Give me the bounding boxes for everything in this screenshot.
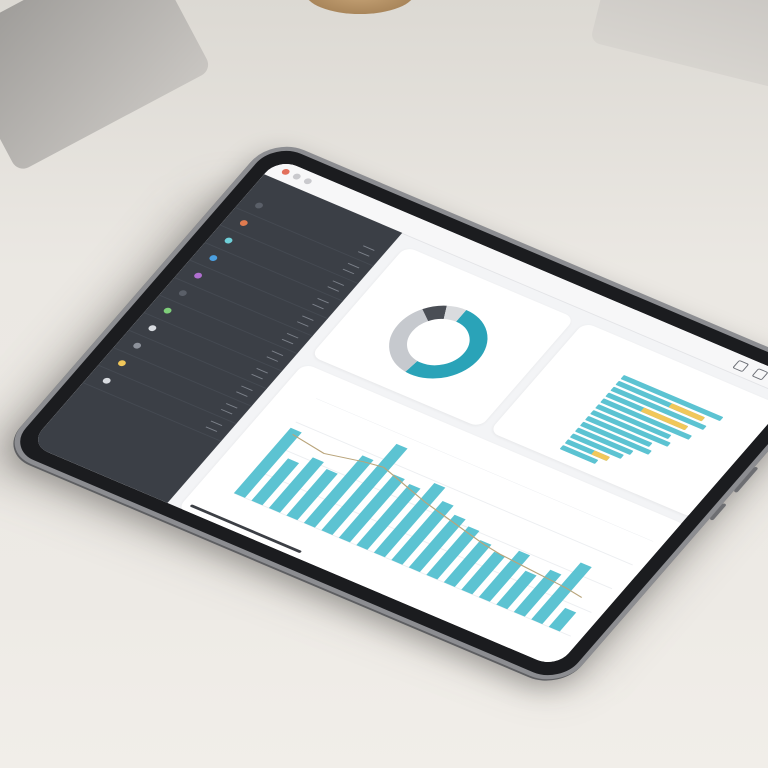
minimize-dot[interactable] bbox=[291, 172, 303, 181]
sidebar-item-dot bbox=[146, 324, 158, 333]
menu-icon bbox=[312, 297, 329, 310]
sidebar-item-dot bbox=[177, 289, 189, 298]
donut-chart bbox=[389, 305, 488, 379]
sidebar-item-dot bbox=[238, 219, 250, 227]
settings-icon[interactable] bbox=[751, 368, 768, 381]
share-icon[interactable] bbox=[732, 359, 750, 373]
maximize-dot[interactable] bbox=[302, 177, 314, 186]
sidebar-item-dot bbox=[223, 236, 234, 245]
menu-icon bbox=[266, 350, 284, 362]
sidebar-item-dot bbox=[162, 306, 174, 315]
menu-icon bbox=[281, 333, 299, 345]
sidebar-item-dot bbox=[131, 341, 143, 350]
sidebar-item-dot bbox=[207, 254, 219, 263]
sidebar-item-dot bbox=[116, 359, 128, 368]
menu-icon bbox=[205, 420, 223, 432]
menu-icon bbox=[236, 385, 253, 397]
sidebar-item-dot bbox=[253, 201, 265, 210]
menu-icon bbox=[357, 245, 375, 257]
menu-icon bbox=[251, 368, 269, 380]
menu-icon bbox=[296, 315, 314, 327]
sidebar-item-dot bbox=[192, 271, 204, 280]
menu-icon bbox=[220, 403, 238, 415]
tablet-container bbox=[0, 0, 768, 768]
sidebar-item-dot bbox=[101, 376, 113, 385]
close-dot[interactable] bbox=[280, 167, 292, 176]
menu-icon bbox=[327, 280, 345, 292]
menu-icon bbox=[342, 262, 360, 275]
